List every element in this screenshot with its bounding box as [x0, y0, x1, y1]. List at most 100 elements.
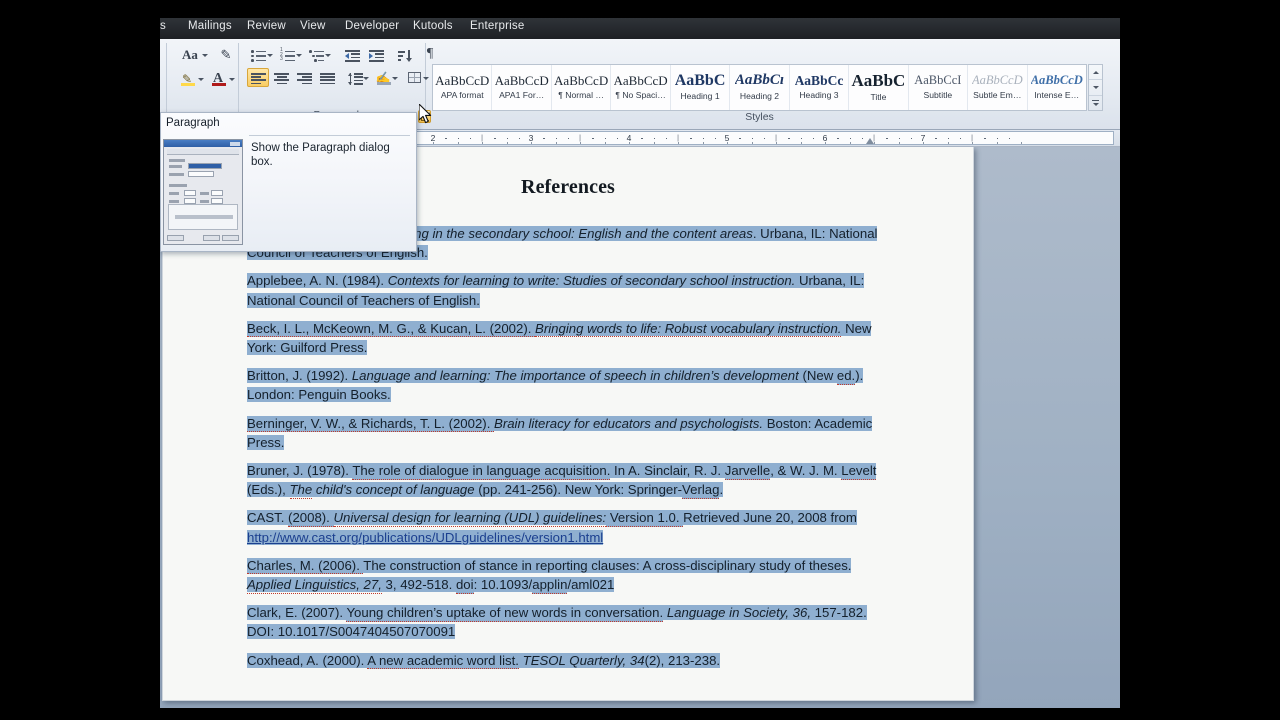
- ruler-subtick: [800, 141, 802, 144]
- ribbon-tab-mailings[interactable]: Mailings: [188, 20, 232, 32]
- styles-scroll-down-button[interactable]: [1089, 80, 1102, 96]
- style-item-intense-e[interactable]: AaBbCcD Intense E…: [1028, 65, 1086, 110]
- ref-applebee-1984[interactable]: Applebee, A. N. (1984). Contexts for lea…: [247, 271, 892, 309]
- multilevel-list-button[interactable]: [306, 45, 331, 64]
- ribbon-tab-review[interactable]: Review: [247, 20, 286, 32]
- style-sample: AaBbCcD: [613, 74, 668, 88]
- change-case-icon: Aa: [182, 47, 198, 62]
- justify-button[interactable]: [316, 68, 338, 87]
- align-center-button[interactable]: [270, 68, 292, 87]
- pilcrow-icon: ¶: [426, 46, 434, 61]
- numbering-button[interactable]: 1 2 3: [277, 45, 302, 64]
- reference-text-run: Writing in the secondary school: English…: [387, 226, 753, 241]
- reference-text-run: Bruner, J. (1978).: [247, 463, 353, 479]
- paragraph-dialog-launcher[interactable]: [418, 110, 431, 123]
- borders-button[interactable]: [404, 68, 429, 87]
- reference-text-run: Bringing words to life: Robust vocabular…: [535, 320, 842, 338]
- chevron-down-icon: [363, 76, 369, 80]
- bullets-button[interactable]: [248, 45, 273, 64]
- ruler-tick: [984, 137, 986, 139]
- ref-berninger-2002[interactable]: Berninger, V. W., & Richards, T. L. (200…: [247, 414, 892, 452]
- show-formatting-marks-button[interactable]: ¶: [420, 44, 440, 64]
- style-name: Heading 2: [739, 90, 780, 101]
- ribbon-tab-kutools[interactable]: Kutools: [413, 20, 453, 32]
- ruler-tick: [506, 137, 508, 139]
- reference-text-run: Contexts for learning to write: Studies …: [387, 273, 796, 289]
- style-item-heading-1[interactable]: AaBbС Heading 1: [671, 65, 731, 110]
- ruler-subtick: [727, 141, 728, 144]
- screentip-divider: [249, 135, 410, 136]
- shading-button[interactable]: ✍: [373, 68, 398, 87]
- reference-text-run: Jarvelle: [724, 463, 771, 480]
- style-item-apa1-for[interactable]: AaBbCcD APA1 For…: [492, 65, 552, 110]
- ref-coxhead-2000[interactable]: Coxhead, A. (2000). A new academic word …: [247, 651, 892, 670]
- decrease-indent-button[interactable]: [341, 45, 361, 64]
- increase-indent-button[interactable]: [365, 45, 385, 64]
- reference-text-run: (Eds.),: [247, 482, 290, 498]
- ruler-tick: [592, 137, 594, 139]
- ruler-tick: [445, 137, 447, 139]
- ruler-tick: [812, 137, 815, 139]
- style-name: ¶ Normal …: [558, 89, 604, 100]
- ruler-tick: [641, 137, 643, 139]
- justify-icon: [320, 73, 335, 85]
- ribbon-tab-s[interactable]: s: [160, 20, 166, 32]
- reference-text-run: Applied Linguistics, 27,: [247, 577, 382, 594]
- ref-cast-2008[interactable]: CAST. (2008). Universal design for learn…: [247, 508, 892, 546]
- sort-icon: [398, 50, 413, 62]
- ruler-tick: [751, 137, 753, 139]
- style-sample: AaBbCcD: [494, 74, 549, 88]
- reference-text-run: Language in Society, 36,: [666, 605, 812, 621]
- reference-text-run: applin: [532, 577, 568, 594]
- style-item--no-spaci[interactable]: AaBbCcD ¶ No Spaci…: [611, 65, 671, 110]
- align-right-button[interactable]: [293, 68, 315, 87]
- ref-beck-2002[interactable]: Beck, I. L., McKeown, M. G., & Kucan, L.…: [247, 319, 892, 357]
- style-name: Subtle Em…: [973, 89, 1022, 100]
- ruler-tick: [469, 137, 472, 139]
- reference-text-run: http://www.cast.org/publications/UDLguid…: [247, 529, 604, 545]
- horizontal-ruler[interactable]: 2 | 3 | 4 | 5 | 6 | 7 |: [414, 131, 1114, 145]
- line-spacing-button[interactable]: [344, 68, 369, 87]
- clear-formatting-button[interactable]: ✎: [215, 44, 237, 64]
- reference-text-run: doi: [455, 577, 474, 594]
- style-item-subtitle[interactable]: AaBbCcI Subtitle: [909, 65, 969, 110]
- style-item--normal[interactable]: AaBbCcD ¶ Normal …: [552, 65, 612, 110]
- styles-gallery-scrollbar[interactable]: [1088, 64, 1103, 111]
- sort-button[interactable]: [394, 45, 414, 64]
- font-color-button[interactable]: A: [207, 69, 235, 88]
- ruler-tick: [518, 137, 521, 139]
- styles-gallery[interactable]: AaBbCcD APA format AaBbCcD APA1 For… AaBbCcD…: [432, 64, 1087, 111]
- style-item-apa-format[interactable]: AaBbCcD APA format: [433, 65, 493, 110]
- style-sample: AaBbС: [851, 72, 906, 90]
- style-item-title[interactable]: AaBbС Title: [849, 65, 909, 110]
- style-item-heading-2[interactable]: AaBbCı Heading 2: [730, 65, 790, 110]
- reference-text-run: Applebee, A. N. (1984).: [247, 273, 388, 289]
- styles-more-button[interactable]: [1089, 96, 1102, 110]
- ruler-tick: [910, 137, 913, 139]
- reference-text-run: , & W. J. M.: [770, 463, 842, 479]
- change-case-button[interactable]: Aa: [178, 45, 208, 64]
- ribbon-tab-view[interactable]: View: [300, 20, 326, 32]
- ref-britton-1992[interactable]: Britton, J. (1992). Language and learnin…: [247, 366, 892, 404]
- ref-clark-2007[interactable]: Clark, E. (2007). Young children’s uptak…: [247, 603, 892, 641]
- styles-scroll-up-button[interactable]: [1089, 65, 1102, 81]
- reference-text-run: Writing in the secondary school: English…: [387, 226, 753, 241]
- ref-bruner-1978[interactable]: Bruner, J. (1978). The role of dialogue …: [247, 461, 892, 499]
- styles-group-label: Styles: [745, 111, 774, 123]
- right-indent-marker[interactable]: [866, 138, 875, 144]
- ruler-tick: [1008, 137, 1011, 139]
- ruler-subtick: [849, 141, 851, 144]
- chevron-down-icon: [1092, 85, 1099, 89]
- references-list[interactable]: Applebee, A. N. (1981). Writing in the s…: [247, 224, 892, 679]
- align-left-button[interactable]: [247, 68, 269, 87]
- ref-charles-2006[interactable]: Charles, M. (2006). The construction of …: [247, 556, 892, 594]
- ribbon-tab-enterprise[interactable]: Enterprise: [470, 20, 524, 32]
- style-item-heading-3[interactable]: AaBbCc Heading 3: [790, 65, 850, 110]
- ribbon-tab-developer[interactable]: Developer: [345, 20, 399, 32]
- text-highlight-color-button[interactable]: ✎: [176, 69, 204, 88]
- reference-text-run: 3, 492-518.: [381, 577, 456, 593]
- reference-text-run: (New: [798, 368, 837, 384]
- ruler-tick: [898, 137, 900, 139]
- style-item-subtle-em[interactable]: AaBbCcD Subtle Em…: [968, 65, 1028, 110]
- chevron-down-icon: [267, 53, 273, 57]
